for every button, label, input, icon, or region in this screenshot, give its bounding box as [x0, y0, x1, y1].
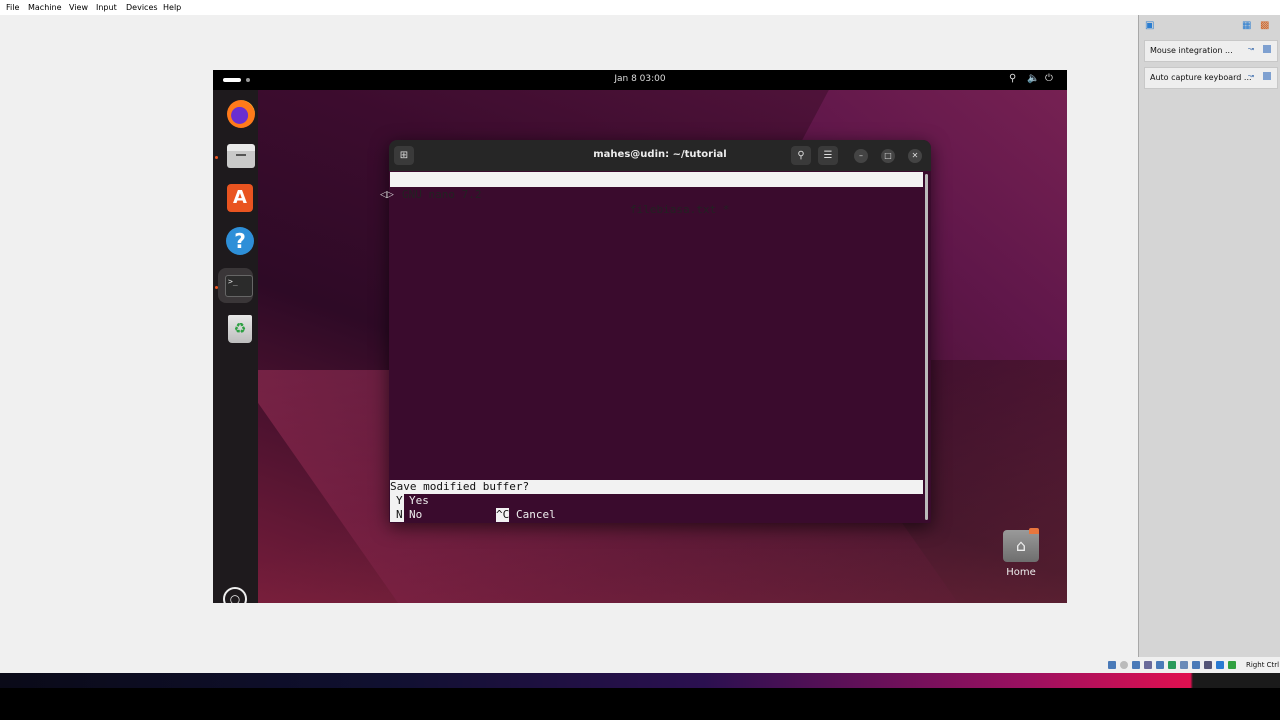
menu-icon[interactable]: ☰ [818, 146, 838, 165]
yes-shortcut-key[interactable]: Y [390, 494, 404, 508]
terminal-window[interactable]: ⊞ mahes@udin: ~/tutorial ⚲ ☰ – □ ✕ GNU n… [389, 140, 931, 523]
maximize-icon[interactable]: □ [881, 149, 895, 163]
host-taskbar [0, 673, 1280, 688]
dock-terminal[interactable]: >_ [218, 268, 253, 303]
recording-icon[interactable] [1192, 661, 1200, 669]
keyboard-status-icon[interactable] [1228, 661, 1236, 669]
panel-settings-icon[interactable]: ▦ [1242, 20, 1251, 31]
optical-icon[interactable] [1120, 661, 1128, 669]
mouse-integration-row[interactable]: Mouse integration ... ↝ [1144, 40, 1278, 62]
mouse-integration-label: Mouse integration ... [1150, 46, 1233, 55]
dock-app-center[interactable]: A [218, 180, 253, 215]
dock-trash[interactable]: ♻ [218, 311, 253, 346]
close-icon[interactable]: ✕ [908, 149, 922, 163]
shared-folder-icon[interactable] [1168, 661, 1176, 669]
gnome-top-bar: Jan 8 03:00 ⚲ 🔈 ⏻ [213, 70, 1067, 90]
nano-header: GNU nano 7.2 filebiasa.txt * [390, 172, 923, 216]
terminal-titlebar[interactable]: ⊞ mahes@udin: ~/tutorial ⚲ ☰ – □ ✕ [389, 140, 931, 171]
hdd-icon[interactable] [1108, 661, 1116, 669]
audio-icon[interactable] [1132, 661, 1140, 669]
display-icon[interactable] [1180, 661, 1188, 669]
guest-screen: Jan 8 03:00 ⚲ 🔈 ⏻ A ? >_ ♻ ○ ⌂ Home ⊞ ma… [213, 70, 1067, 603]
help-icon: ? [226, 227, 254, 255]
app-center-icon: A [227, 184, 253, 212]
auto-capture-row[interactable]: Auto capture keyboard ... ↝ [1144, 67, 1278, 89]
menu-view[interactable]: View [69, 3, 88, 12]
trash-icon: ♻ [228, 315, 252, 343]
resize-cursor-icon: ◁▷ [380, 190, 394, 200]
menu-input[interactable]: Input [96, 3, 117, 12]
firefox-icon [227, 100, 255, 128]
usb-icon[interactable] [1156, 661, 1164, 669]
host-statusbar: Right Ctrl [1100, 657, 1280, 673]
nano-prompt: Save modified buffer? [390, 480, 923, 494]
dock-firefox[interactable] [218, 96, 255, 131]
terminal-title: mahes@udin: ~/tutorial [593, 149, 727, 160]
network-icon[interactable] [1144, 661, 1152, 669]
dock-help[interactable]: ? [218, 223, 254, 258]
show-apps-icon[interactable]: ○ [223, 587, 247, 603]
keyboard-toggle-icon[interactable] [1263, 72, 1271, 80]
menu-file[interactable]: File [6, 3, 19, 12]
menu-machine[interactable]: Machine [28, 3, 62, 12]
no-shortcut-key[interactable]: N [390, 508, 404, 522]
yes-option[interactable]: Yes [409, 494, 429, 508]
host-key-label: Right Ctrl [1246, 661, 1280, 669]
panel-chat-icon[interactable]: ▣ [1145, 20, 1154, 31]
home-folder-icon[interactable]: ⌂ [1003, 528, 1039, 562]
volume-icon[interactable]: 🔈 [1027, 73, 1039, 84]
mouse-icon[interactable]: ↝ [1247, 45, 1255, 53]
cancel-shortcut-key[interactable]: ^C [496, 508, 510, 522]
network-icon[interactable]: ⚲ [1009, 73, 1016, 84]
cancel-option[interactable]: Cancel [516, 508, 556, 522]
ubuntu-dock: A ? >_ ♻ ○ [213, 90, 258, 603]
auto-capture-label: Auto capture keyboard ... [1150, 73, 1252, 82]
keyboard-icon[interactable]: ↝ [1247, 72, 1255, 80]
terminal-icon: >_ [225, 275, 253, 297]
files-icon [227, 144, 255, 168]
mouse-toggle-icon[interactable] [1263, 45, 1271, 53]
menu-help[interactable]: Help [163, 3, 181, 12]
host-menubar: File Machine View Input Devices Help [0, 0, 1280, 15]
menu-devices[interactable]: Devices [126, 3, 158, 12]
power-icon[interactable]: ⏻ [1045, 73, 1053, 84]
nano-edit-area[interactable] [390, 187, 923, 479]
cpu-icon[interactable] [1204, 661, 1212, 669]
dock-files[interactable] [218, 138, 255, 173]
mouse-status-icon[interactable] [1216, 661, 1224, 669]
no-option[interactable]: No [409, 508, 422, 522]
clock[interactable]: Jan 8 03:00 [213, 74, 1067, 84]
home-folder-label[interactable]: Home [993, 567, 1049, 578]
search-icon[interactable]: ⚲ [791, 146, 811, 165]
panel-close-icon[interactable]: ▩ [1260, 20, 1269, 31]
terminal-scrollbar[interactable] [925, 174, 928, 520]
minimize-icon[interactable]: – [854, 149, 868, 163]
soft-keyboard-panel: ▣ ▦ ▩ Mouse integration ... ↝ Auto captu… [1138, 15, 1280, 657]
